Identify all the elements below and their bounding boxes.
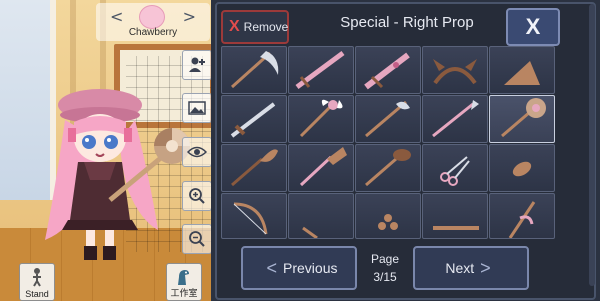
prop-item[interactable]	[422, 95, 488, 143]
character-avatar[interactable]	[40, 80, 190, 265]
scissors-icon	[440, 156, 470, 186]
pink-sword-icon	[364, 52, 410, 90]
studio-button[interactable]: 工作室	[166, 263, 202, 301]
chevron-right-icon: >	[480, 257, 491, 278]
background-button[interactable]	[182, 93, 212, 123]
axe-staff-icon	[365, 100, 410, 138]
doorstop-wedge-icon	[504, 61, 540, 85]
prop-item[interactable]	[221, 144, 287, 192]
panel-title: Special - Right Prop	[340, 14, 474, 31]
next-character-icon[interactable]: >	[183, 7, 196, 26]
image-icon	[188, 101, 206, 115]
bread-icon	[512, 161, 532, 177]
prop-item[interactable]	[288, 46, 354, 94]
torch-icon	[365, 149, 411, 187]
eye-icon	[187, 146, 207, 158]
next-page-button[interactable]: Next >	[413, 246, 529, 290]
prop-item[interactable]	[422, 46, 488, 94]
character-name: Chawberry	[128, 27, 178, 38]
bow-icon	[233, 202, 268, 235]
prop-item[interactable]	[355, 144, 421, 192]
stand-label: Stand	[25, 289, 49, 299]
ribbon-stick-icon	[508, 201, 536, 238]
winged-wand-icon	[299, 99, 343, 138]
page-value: 3/15	[373, 270, 397, 284]
prop-item[interactable]	[221, 193, 287, 239]
prop-item[interactable]	[489, 46, 555, 94]
scythe-icon	[230, 51, 279, 89]
character-preview: < > Chawberry Stand 工作室	[0, 0, 215, 301]
candy-lollipop-wand-icon	[501, 98, 546, 138]
remove-x-icon: X	[229, 18, 240, 35]
prop-item[interactable]	[489, 95, 555, 143]
prop-item[interactable]	[288, 144, 354, 192]
previous-character-icon[interactable]: <	[110, 7, 123, 26]
studio-label: 工作室	[170, 288, 198, 298]
zoom-out-button[interactable]	[182, 224, 212, 254]
dagger-icon	[230, 102, 276, 138]
prop-item[interactable]	[288, 95, 354, 143]
pink-spear-icon	[432, 100, 479, 138]
broom-icon	[299, 147, 347, 187]
sword-icon	[295, 50, 345, 90]
page-indicator: Page 3/15	[353, 250, 417, 286]
stick-icon	[433, 226, 479, 230]
add-character-button[interactable]	[182, 50, 212, 80]
prop-item[interactable]	[355, 193, 421, 239]
dinosaur-icon	[178, 270, 189, 285]
hide-ui-button[interactable]	[182, 137, 212, 167]
panel-scrollbar[interactable]	[589, 4, 595, 286]
prop-item[interactable]	[489, 193, 555, 239]
prop-item[interactable]	[422, 193, 488, 239]
character-selector: < > Chawberry	[96, 3, 210, 41]
remove-button[interactable]: X Remove	[221, 10, 289, 44]
remove-label: Remove	[243, 20, 289, 34]
close-button[interactable]: X	[506, 8, 560, 46]
previous-page-button[interactable]: < Previous	[241, 246, 357, 290]
chevron-left-icon: <	[266, 257, 278, 278]
prop-item[interactable]	[288, 193, 354, 239]
prop-panel: X Remove Special - Right Prop X < Previo…	[211, 0, 600, 301]
zoom-in-button[interactable]	[182, 181, 212, 211]
partial-item-icon	[302, 226, 318, 238]
zoom-in-icon	[189, 188, 205, 204]
prop-item[interactable]	[221, 46, 287, 94]
prop-panel-frame: X Remove Special - Right Prop X < Previo…	[215, 2, 596, 300]
prop-item[interactable]	[355, 95, 421, 143]
close-label: X	[525, 14, 541, 39]
prop-item[interactable]	[422, 144, 488, 192]
previous-label: Previous	[283, 260, 338, 276]
fidget-spinner-icon	[378, 214, 398, 230]
leaf-spear-icon	[231, 149, 278, 187]
stand-button[interactable]: Stand	[19, 263, 55, 301]
page-label: Page	[370, 252, 400, 266]
prop-item[interactable]	[221, 95, 287, 143]
prop-grid	[221, 46, 557, 242]
standing-figure-icon	[33, 268, 41, 287]
add-person-icon	[189, 57, 205, 72]
horns-headband-icon	[433, 59, 477, 85]
zoom-out-icon	[189, 231, 205, 247]
next-label: Next	[445, 260, 475, 276]
prop-item[interactable]	[489, 144, 555, 192]
character-face-icon	[139, 5, 165, 29]
prop-item[interactable]	[355, 46, 421, 94]
